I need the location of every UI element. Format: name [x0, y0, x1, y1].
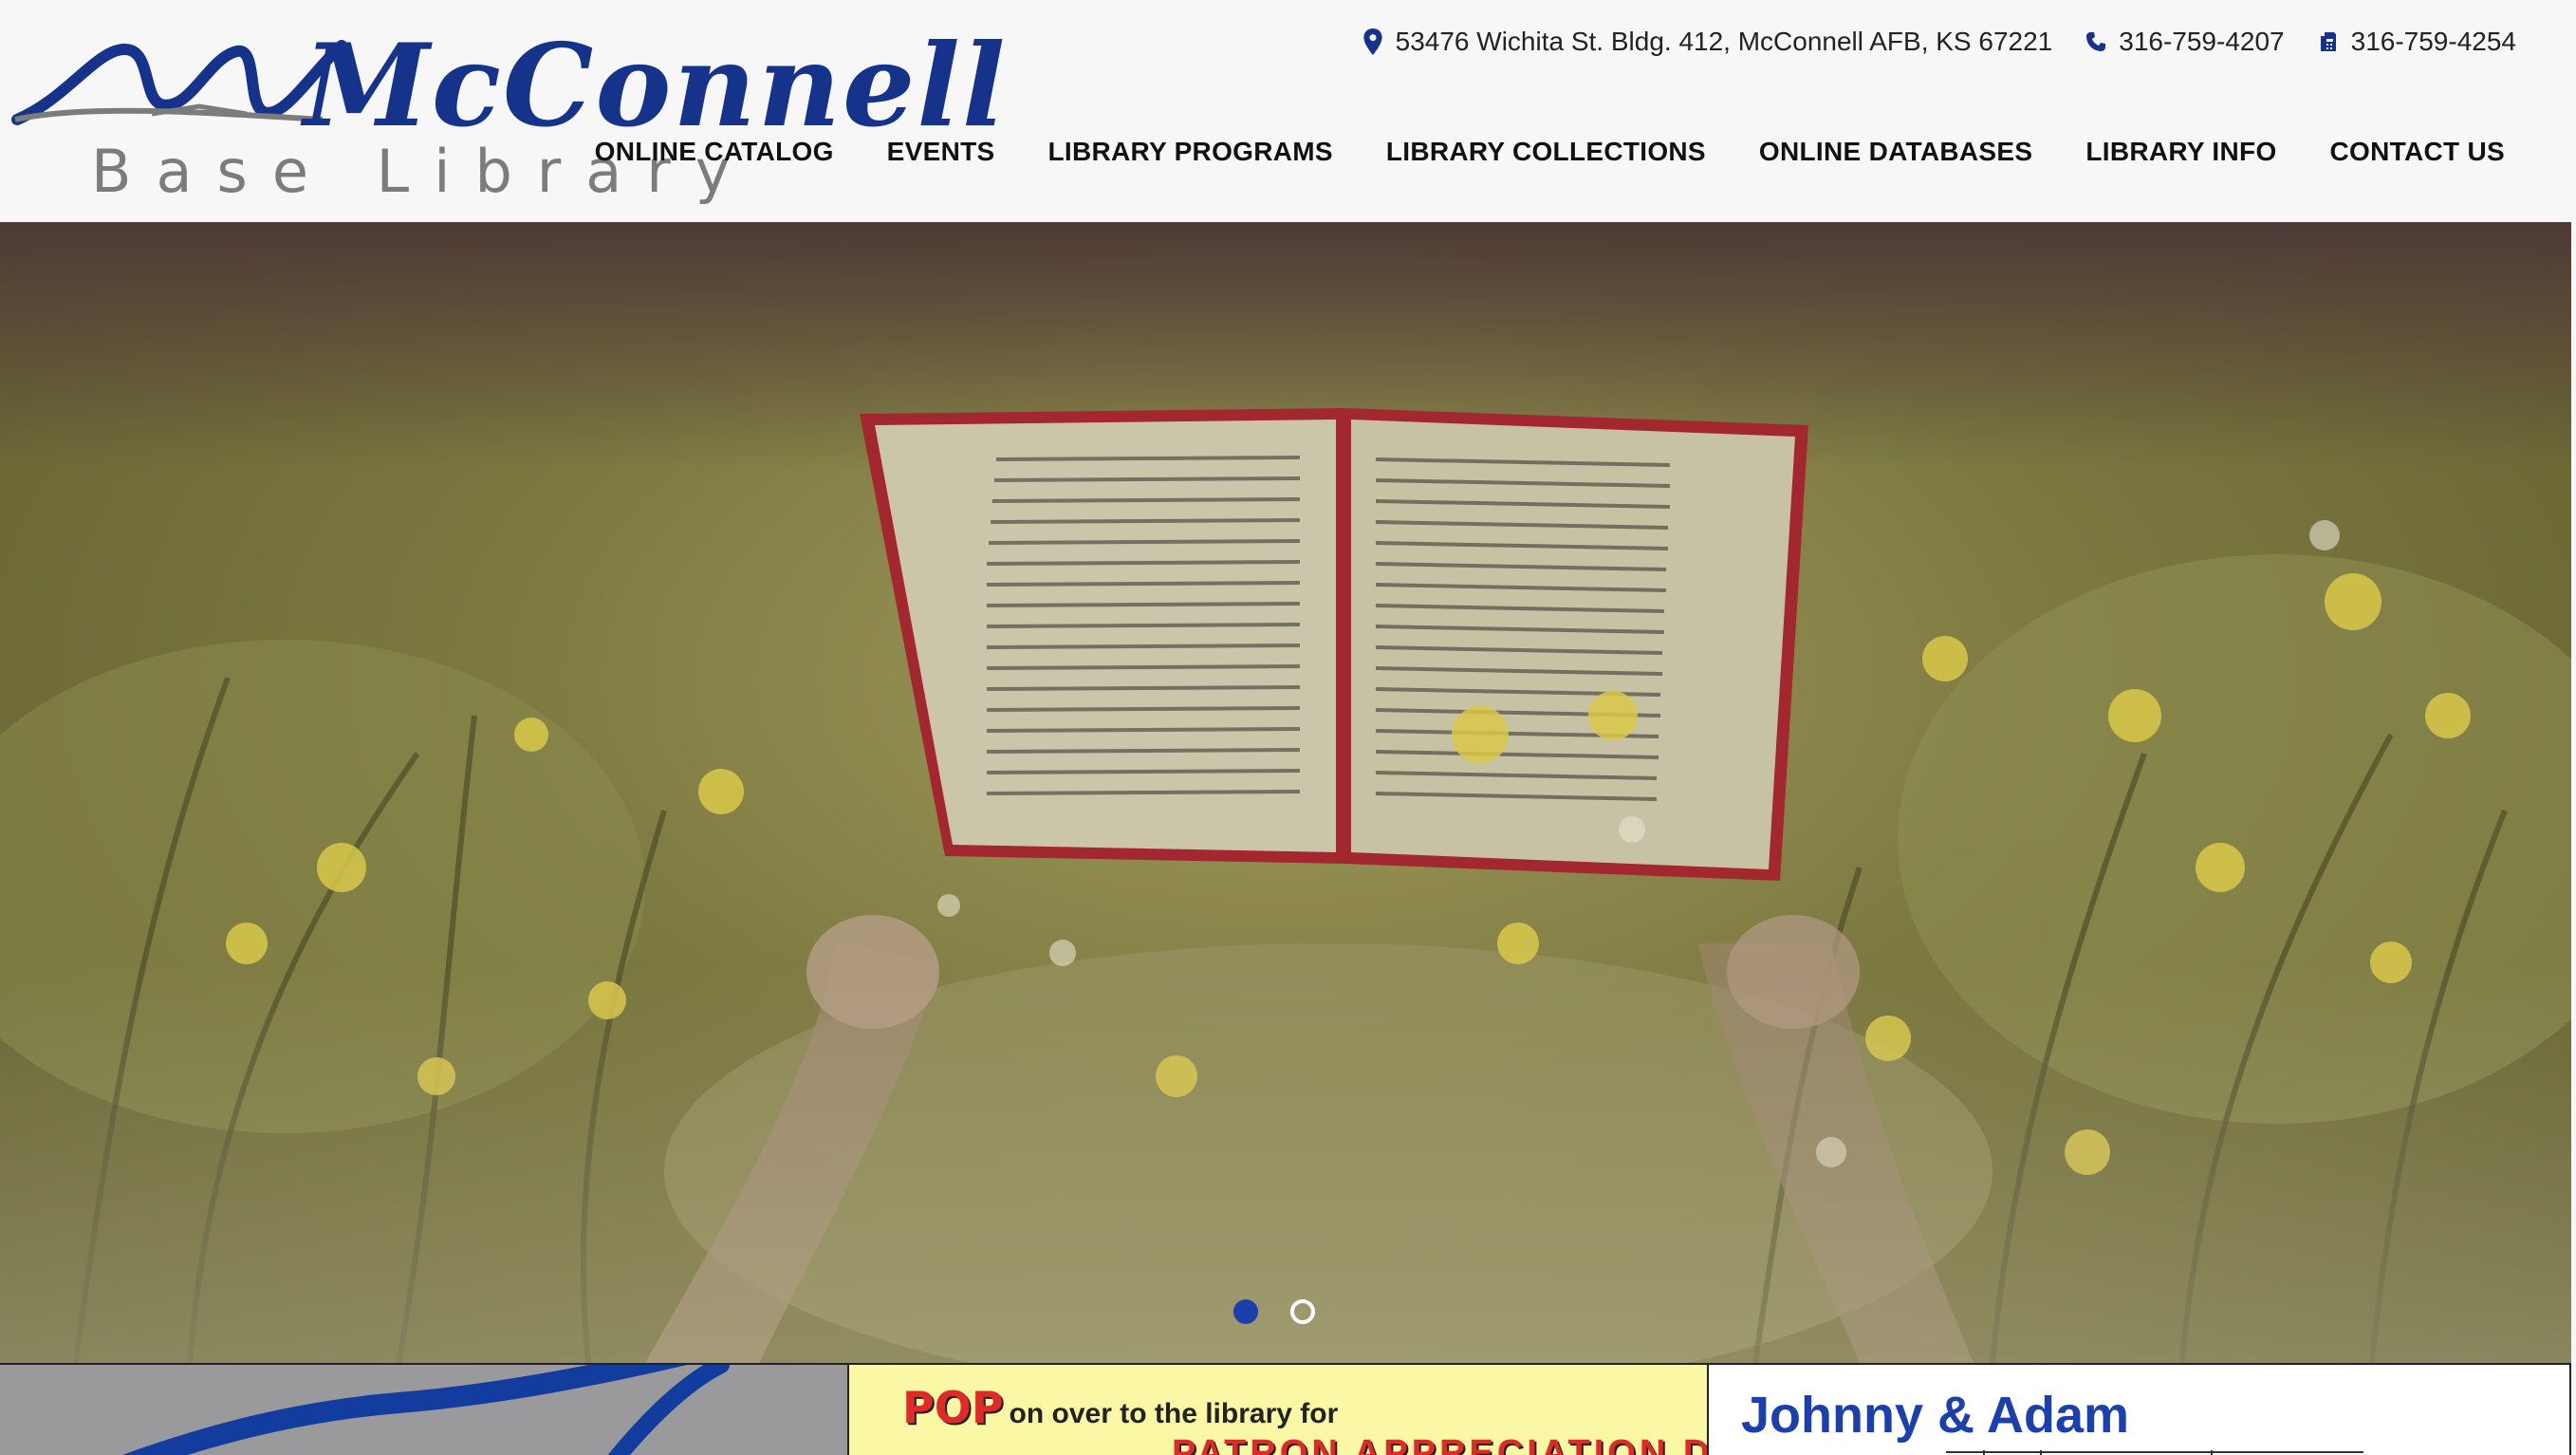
- slide-dot-2[interactable]: [1290, 1299, 1315, 1324]
- card-pop-line: POP on over to the library for: [902, 1382, 1338, 1433]
- nav-library-collections[interactable]: LIBRARY COLLECTIONS: [1386, 137, 1706, 167]
- address-item: 53476 Wichita St. Bldg. 412, McConnell A…: [1362, 27, 2053, 57]
- feature-cards: POP on over to the library for PATRON APP…: [0, 1363, 2571, 1455]
- phone-text: 316-759-4207: [2119, 27, 2285, 56]
- slide-dot-1[interactable]: [1233, 1299, 1258, 1324]
- fax-icon: [2320, 32, 2336, 51]
- nav-online-databases[interactable]: ONLINE DATABASES: [1759, 137, 2032, 167]
- map-pin-icon: [1363, 28, 1382, 55]
- phone-item[interactable]: 316-759-4207: [2085, 27, 2285, 57]
- main-nav: ONLINE CATALOG EVENTS LIBRARY PROGRAMS L…: [595, 137, 2505, 167]
- card-table-lines: [1946, 1450, 2363, 1455]
- card-johnny-adam[interactable]: Johnny & Adam: [1709, 1363, 2571, 1455]
- page: McConnell Base Library 53476 Wichita St.…: [0, 0, 2576, 1455]
- card-pop-text: on over to the library for: [1009, 1398, 1339, 1429]
- logo-script-text: McConnell: [304, 19, 1008, 153]
- card-logo[interactable]: [0, 1363, 849, 1455]
- logo-swoosh-icon: [121, 1365, 730, 1455]
- site-header: McConnell Base Library 53476 Wichita St.…: [0, 0, 2571, 222]
- card-patron-line: PATRON APPRECIATION DAY!: [1172, 1433, 1707, 1455]
- fax-text: 316-759-4254: [2350, 27, 2516, 56]
- phone-icon: [2086, 32, 2106, 51]
- nav-library-programs[interactable]: LIBRARY PROGRAMS: [1048, 137, 1333, 167]
- nav-library-info[interactable]: LIBRARY INFO: [2085, 137, 2276, 167]
- nav-online-catalog[interactable]: ONLINE CATALOG: [595, 137, 834, 167]
- nav-contact-us[interactable]: CONTACT US: [2330, 137, 2505, 167]
- contact-bar: 53476 Wichita St. Bldg. 412, McConnell A…: [1362, 27, 2516, 57]
- nav-events[interactable]: EVENTS: [887, 137, 995, 167]
- hero-slider[interactable]: [0, 222, 2571, 1363]
- card-pop-word: POP: [902, 1382, 1004, 1433]
- card-patron-appreciation[interactable]: POP on over to the library for PATRON APP…: [849, 1363, 1709, 1455]
- library-logo[interactable]: McConnell Base Library: [9, 13, 1005, 206]
- address-text: 53476 Wichita St. Bldg. 412, McConnell A…: [1395, 27, 2053, 56]
- fax-item: 316-759-4254: [2317, 27, 2516, 57]
- slider-dots: [1233, 1299, 1315, 1324]
